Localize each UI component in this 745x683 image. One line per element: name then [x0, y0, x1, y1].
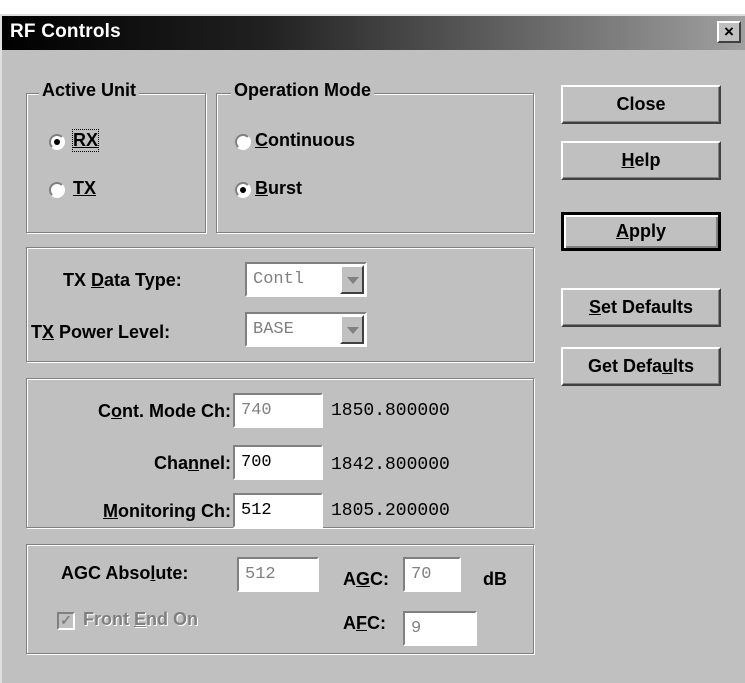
- operation-mode-group: Operation Mode Continuous Burst: [216, 80, 534, 233]
- tx-data-type-select[interactable]: Contl: [245, 262, 367, 297]
- radio-rx[interactable]: RX: [49, 129, 149, 156]
- agc-field[interactable]: 70: [403, 557, 461, 592]
- agc-group: AGC Absolute: 512 AGC: 70 dB ✓ Front End…: [26, 544, 534, 654]
- monitoring-ch-field[interactable]: 512: [233, 493, 323, 528]
- cont-mode-ch-label: Cont. Mode Ch:: [98, 401, 231, 421]
- radio-burst-button[interactable]: [235, 182, 251, 198]
- title-bar[interactable]: RF Controls ×: [2, 16, 745, 50]
- radio-continuous[interactable]: Continuous: [235, 130, 435, 156]
- channel-label: Channel:: [153, 453, 231, 473]
- close-icon[interactable]: ×: [717, 21, 741, 43]
- afc-field[interactable]: 9: [403, 611, 477, 646]
- active-unit-legend: Active Unit: [39, 80, 140, 101]
- channel-field[interactable]: 700: [233, 445, 323, 480]
- operation-mode-legend: Operation Mode: [231, 80, 375, 101]
- burst-mnemonic: B: [255, 178, 268, 198]
- agc-label: AGC:: [343, 569, 390, 589]
- radio-tx-button[interactable]: [49, 182, 65, 198]
- continuous-mnemonic: C: [255, 130, 268, 150]
- tx-data-type-label: TX Data Type:: [63, 270, 182, 290]
- agc-absolute-label: AGC Absolute:: [61, 563, 189, 583]
- cont-mode-ch-freq: 1850.800000: [331, 401, 450, 421]
- window-title: RF Controls: [10, 21, 121, 42]
- tx-power-level-select[interactable]: BASE: [245, 312, 367, 347]
- chevron-down-icon[interactable]: [340, 315, 364, 344]
- tx-settings-group: TX Data Type: Contl TX Power Level: BASE: [26, 247, 534, 362]
- help-button[interactable]: Help: [561, 141, 721, 180]
- active-unit-group: Active Unit RX TX: [26, 80, 206, 233]
- monitoring-ch-freq: 1805.200000: [331, 501, 450, 521]
- continuous-label: ontinuous: [268, 130, 355, 150]
- tx-power-level-label: TX Power Level:: [31, 322, 171, 342]
- radio-tx[interactable]: TX: [49, 178, 149, 204]
- channels-group: Cont. Mode Ch: 740 1850.800000 Channel: …: [26, 378, 534, 528]
- afc-label: AFC:: [343, 613, 386, 633]
- channel-freq: 1842.800000: [331, 455, 450, 475]
- agc-unit: dB: [483, 569, 507, 589]
- apply-button[interactable]: Apply: [561, 212, 721, 251]
- monitoring-ch-label: Monitoring Ch:: [103, 501, 231, 521]
- close-button[interactable]: Close: [561, 85, 721, 124]
- check-icon[interactable]: ✓: [57, 612, 75, 630]
- get-defaults-button[interactable]: Get Defaults: [561, 347, 721, 386]
- radio-tx-label: TX: [73, 178, 97, 198]
- set-defaults-button[interactable]: Set Defaults: [561, 288, 721, 327]
- radio-burst[interactable]: Burst: [235, 178, 355, 204]
- radio-rx-button[interactable]: [49, 134, 65, 150]
- burst-label: urst: [268, 178, 303, 198]
- agc-absolute-field[interactable]: 512: [237, 557, 319, 592]
- radio-rx-label: RX: [73, 130, 99, 150]
- rf-controls-dialog: RF Controls × Active Unit RX TX Operatio…: [0, 14, 745, 683]
- radio-continuous-button[interactable]: [235, 134, 251, 150]
- front-end-on-checkbox[interactable]: ✓ Front End On: [57, 609, 257, 635]
- cont-mode-ch-field[interactable]: 740: [233, 393, 323, 428]
- chevron-down-icon[interactable]: [340, 265, 364, 294]
